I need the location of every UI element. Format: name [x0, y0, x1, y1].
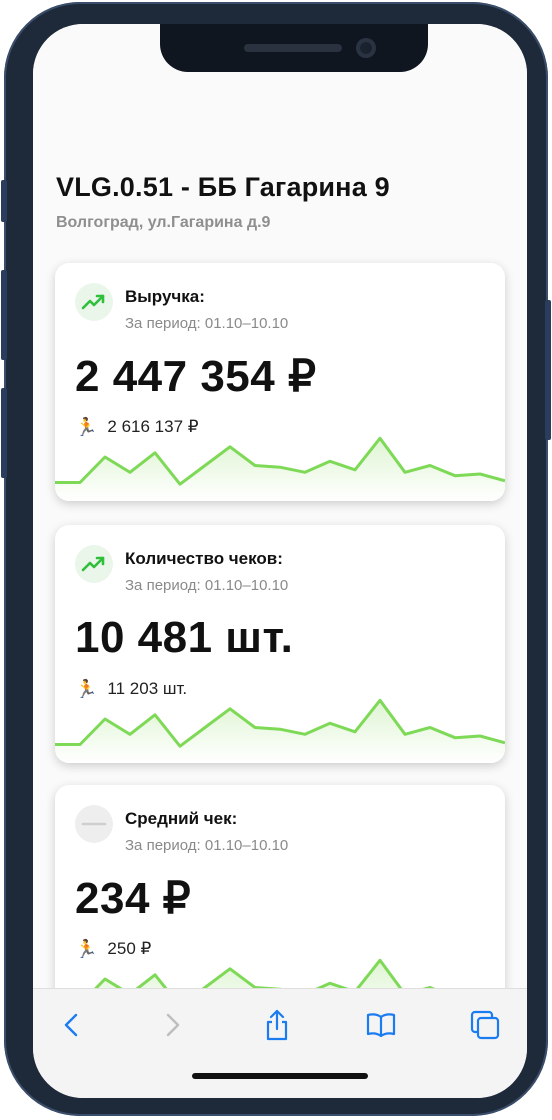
previous-value: 250 ₽	[107, 939, 152, 958]
sparkline-chart	[55, 436, 505, 501]
page-title: VLG.0.51 - ББ Гагарина 9	[56, 172, 390, 202]
trend-up-icon	[75, 545, 113, 583]
card-value: 234 ₽	[75, 874, 192, 923]
runner-icon: 🏃	[75, 679, 98, 699]
sparkline-area	[96, 960, 432, 988]
forward-icon	[166, 1013, 180, 1037]
notch	[160, 24, 428, 72]
card-period: За период: 01.10–10.10	[125, 315, 289, 332]
forward-button[interactable]	[155, 1007, 191, 1043]
card-previous: 🏃 250 ₽	[75, 939, 151, 959]
speaker	[244, 44, 342, 52]
runner-icon: 🏃	[75, 417, 98, 437]
card-value: 2 447 354 ₽	[75, 352, 317, 401]
card-previous: 🏃 2 616 137 ₽	[75, 417, 199, 437]
page-content[interactable]: VLG.0.51 - ББ Гагарина 9 Волгоград, ул.Г…	[33, 134, 527, 988]
store-address: Волгоград, ул.Гагарина д.9	[56, 214, 271, 231]
card-label: Выручка:	[125, 287, 205, 306]
sparkline-line	[94, 958, 436, 988]
revenue-card[interactable]: Выручка: За период: 01.10–10.10 2 447 35…	[55, 263, 505, 501]
previous-value: 2 616 137 ₽	[107, 417, 199, 436]
trend-up-icon	[75, 283, 113, 321]
average-check-card[interactable]: Средний чек: За период: 01.10–10.10 234 …	[55, 785, 505, 988]
previous-value: 11 203 шт.	[107, 679, 188, 698]
back-button[interactable]	[53, 1007, 89, 1043]
checks-count-card[interactable]: Количество чеков: За период: 01.10–10.10…	[55, 525, 505, 763]
card-value: 10 481 шт.	[75, 613, 294, 662]
card-label: Количество чеков:	[125, 549, 283, 568]
camera	[356, 38, 376, 58]
back-icon	[64, 1013, 78, 1037]
card-previous: 🏃 11 203 шт.	[75, 679, 187, 699]
card-period: За период: 01.10–10.10	[125, 577, 289, 594]
tabs-icon	[470, 1010, 500, 1040]
dash-icon	[75, 805, 113, 843]
runner-icon: 🏃	[75, 939, 98, 959]
share-icon	[266, 1009, 288, 1041]
browser-toolbar	[33, 988, 527, 1098]
share-button[interactable]	[259, 1007, 295, 1043]
home-indicator	[192, 1073, 368, 1079]
tabs-button[interactable]	[467, 1007, 503, 1043]
sparkline-chart	[55, 698, 505, 763]
phone-frame: VLG.0.51 - ББ Гагарина 9 Волгоград, ул.Г…	[1, 2, 551, 1116]
bookmarks-icon	[366, 1013, 396, 1038]
card-period: За период: 01.10–10.10	[125, 837, 289, 854]
card-label: Средний чек:	[125, 809, 238, 828]
bookmarks-button[interactable]	[363, 1007, 399, 1043]
screen: VLG.0.51 - ББ Гагарина 9 Волгоград, ул.Г…	[33, 24, 527, 1098]
